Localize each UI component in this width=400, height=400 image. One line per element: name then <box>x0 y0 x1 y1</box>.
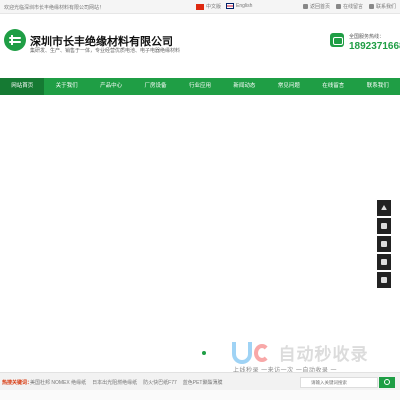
main-nav: 网站首页 关于我们 产品中心 厂房设备 行业应用 新闻动态 常见问题 在线留言 … <box>0 78 400 95</box>
wechat-icon <box>381 259 387 265</box>
contact-icon <box>368 4 374 9</box>
side-toolbar <box>377 200 391 290</box>
nav-item-about[interactable]: 关于我们 <box>44 78 88 95</box>
company-slogan: 集研发、生产、销售于一体，专业经营优质电池、电子电器绝缘材料 <box>30 48 181 54</box>
qrcode-button[interactable] <box>377 272 391 288</box>
search-button[interactable] <box>379 377 395 388</box>
phone-icon <box>330 33 344 47</box>
carousel-dot[interactable] <box>202 351 206 355</box>
message-icon <box>335 4 341 9</box>
welcome-text: 欢迎光临深圳市长丰绝缘材料有限公司网站！ <box>4 5 105 11</box>
hero-banner <box>0 95 400 362</box>
nav-item-products[interactable]: 产品中心 <box>89 78 133 95</box>
watermark: 自动秒收录 <box>232 340 368 365</box>
uk-flag-icon <box>226 3 234 9</box>
nav-item-home[interactable]: 网站首页 <box>0 78 45 95</box>
bottom-strip <box>0 390 400 400</box>
message-link[interactable]: 在线留言 <box>335 3 363 10</box>
home-link[interactable]: 返回首页 <box>302 3 330 10</box>
nav-item-news[interactable]: 新闻动态 <box>222 78 266 95</box>
hotline-label: 全国服务热线： <box>349 34 385 40</box>
lang-en-label: English <box>236 3 253 9</box>
contact-link-label: 联系我们 <box>375 4 396 10</box>
hotline-number: 1892371668 <box>349 41 400 52</box>
nav-item-message[interactable]: 在线留言 <box>311 78 355 95</box>
search-input[interactable] <box>300 377 378 388</box>
hot-keyword[interactable]: 美国杜邦 NOMEX 绝缘纸 <box>30 379 86 386</box>
qq-icon <box>381 241 387 247</box>
qrcode-icon <box>381 277 387 283</box>
hot-keywords-label: 热搜关键词： <box>2 380 33 386</box>
hot-keywords: 美国杜邦 NOMEX 绝缘纸 日本出光阻燃绝缘纸 防火快巴纸F77 蓝色PET聚… <box>30 379 223 386</box>
search-bar: 热搜关键词： 美国杜邦 NOMEX 绝缘纸 日本出光阻燃绝缘纸 防火快巴纸F77… <box>0 372 400 390</box>
lang-cn-link[interactable]: 中文版 <box>196 3 221 10</box>
arrow-up-icon <box>381 205 387 210</box>
home-link-label: 返回首页 <box>309 4 330 10</box>
nav-item-faq[interactable]: 常见问题 <box>267 78 311 95</box>
watermark-logo-icon <box>232 341 272 364</box>
nav-item-applications[interactable]: 行业应用 <box>178 78 222 95</box>
china-flag-icon <box>196 3 204 10</box>
company-logo[interactable] <box>4 29 26 51</box>
phone-button[interactable] <box>377 218 391 234</box>
phone-small-icon <box>381 223 387 229</box>
hot-keyword[interactable]: 日本出光阻燃绝缘纸 <box>92 379 137 386</box>
watermark-text: 自动秒收录 <box>278 345 369 364</box>
lang-en-link[interactable]: English <box>226 3 252 9</box>
qq-button[interactable] <box>377 236 391 252</box>
contact-link[interactable]: 联系我们 <box>368 3 396 10</box>
top-links: 返回首页 在线留言 联系我们 <box>302 3 396 10</box>
top-bar: 欢迎光临深圳市长丰绝缘材料有限公司网站！ 中文版 English 返回首页 在线… <box>0 0 400 14</box>
message-link-label: 在线留言 <box>342 4 363 10</box>
nav-item-factory[interactable]: 厂房设备 <box>133 78 177 95</box>
wechat-button[interactable] <box>377 254 391 270</box>
hot-keyword[interactable]: 防火快巴纸F77 <box>143 379 177 386</box>
back-to-top-button[interactable] <box>377 200 391 216</box>
lang-cn-label: 中文版 <box>206 4 222 10</box>
nav-item-contact[interactable]: 联系我们 <box>356 78 400 95</box>
hot-keyword[interactable]: 蓝色PET聚酯薄膜 <box>183 379 223 386</box>
home-icon <box>302 4 308 9</box>
